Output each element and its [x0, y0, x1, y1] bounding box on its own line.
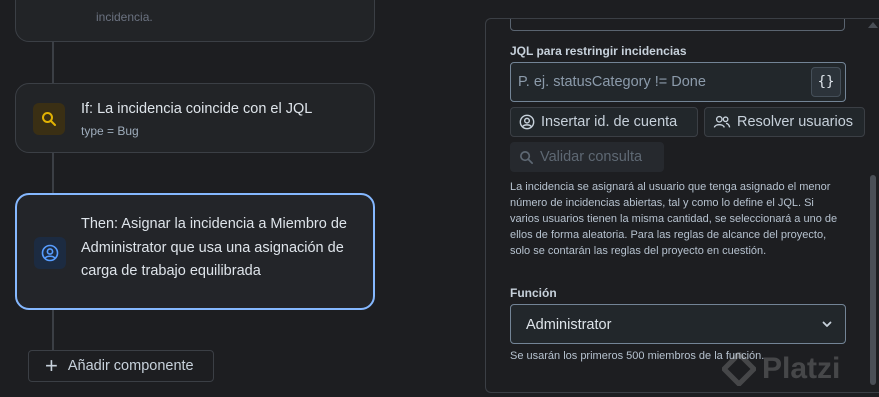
- insert-account-id-label: Insertar id. de cuenta: [541, 114, 678, 130]
- validate-query-button[interactable]: Validar consulta: [510, 142, 664, 172]
- jql-label: JQL para restringir incidencias: [510, 44, 687, 58]
- then-card-title: Then: Asignar la incidencia a Miembro de…: [81, 216, 347, 279]
- assignment-description: La incidencia se asignará al usuario que…: [510, 181, 838, 257]
- validate-query-label: Validar consulta: [540, 149, 643, 165]
- resolve-users-button[interactable]: Resolver usuarios: [704, 107, 865, 137]
- trigger-card-text: incidencia.: [96, 10, 153, 24]
- if-card-title: If: La incidencia coincide con el JQL: [81, 101, 313, 117]
- user-circle-icon: [519, 114, 535, 130]
- platzi-watermark: Platzi: [722, 352, 840, 386]
- function-select[interactable]: Administrator: [510, 304, 846, 344]
- scroll-up-arrow[interactable]: [868, 22, 878, 28]
- insert-account-id-button[interactable]: Insertar id. de cuenta: [510, 107, 698, 137]
- function-select-value: Administrator: [526, 317, 612, 333]
- add-component-label: Añadir componente: [67, 358, 194, 374]
- people-icon: [713, 115, 731, 128]
- flow-connector: [52, 153, 54, 193]
- scrollbar-thumb[interactable]: [870, 175, 876, 385]
- platzi-logo-icon: [722, 352, 756, 386]
- action-settings-panel: JQL para restringir incidencias P. ej. s…: [485, 18, 879, 393]
- previous-field[interactable]: [510, 19, 845, 31]
- flow-connector: [52, 310, 54, 350]
- flow-card-trigger[interactable]: incidencia.: [15, 0, 375, 42]
- resolve-users-label: Resolver usuarios: [737, 114, 854, 130]
- plus-icon: +: [45, 353, 58, 378]
- jql-input[interactable]: P. ej. statusCategory != Done {}: [510, 62, 846, 102]
- user-circle-icon: [34, 237, 66, 269]
- jql-syntax-button[interactable]: {}: [811, 67, 841, 97]
- flow-connector: [52, 42, 54, 83]
- jql-placeholder: P. ej. statusCategory != Done: [518, 74, 706, 90]
- add-component-button[interactable]: + Añadir componente: [28, 350, 214, 382]
- search-icon: [520, 150, 533, 164]
- flow-card-then-action[interactable]: Then: Asignar la incidencia a Miembro de…: [15, 193, 375, 310]
- chevron-down-icon: [822, 321, 832, 327]
- flow-card-if-condition[interactable]: If: La incidencia coincide con el JQL ty…: [15, 83, 375, 153]
- watermark-text: Platzi: [762, 352, 841, 385]
- search-icon: [33, 103, 65, 135]
- function-label: Función: [510, 286, 557, 300]
- if-card-subtitle: type = Bug: [81, 124, 139, 138]
